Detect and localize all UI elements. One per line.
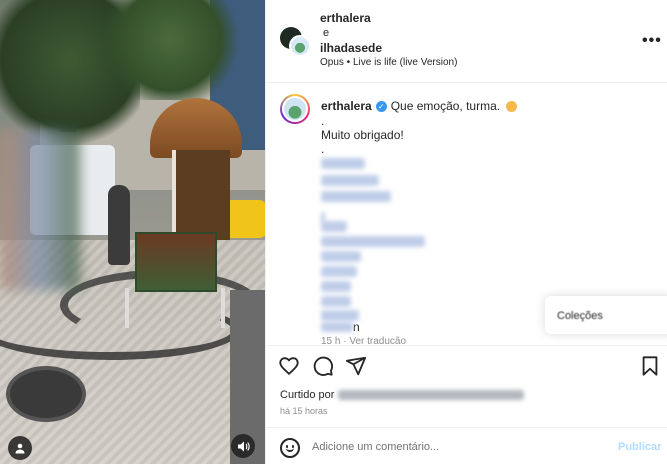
post-header: erthalera e ilhadasede Opus • Live is li… [266, 0, 667, 83]
music-link[interactable]: Opus • Live is life (live Version) [320, 57, 457, 68]
blurred-likers [338, 390, 525, 400]
collab-avatars[interactable] [280, 27, 311, 57]
blurred-hashtag [321, 221, 347, 232]
emoji-icon [506, 100, 518, 112]
user-tag-icon[interactable] [8, 436, 32, 460]
collections-popup[interactable]: Coleções [545, 296, 667, 334]
blurred-mention [321, 191, 391, 202]
username-link[interactable]: erthalera [320, 11, 371, 25]
likes-prefix: Curtido por [280, 389, 335, 401]
post-panel: erthalera e ilhadasede Opus • Live is li… [265, 0, 667, 464]
caption-tag-end: n [353, 320, 360, 334]
blurred-hashtag [321, 281, 351, 292]
post-media[interactable] [0, 0, 265, 464]
caption-dot: . [321, 114, 325, 128]
caption-text: Que emoção, turma. [390, 99, 501, 113]
audio-icon[interactable] [231, 434, 255, 458]
blurred-hashtag [321, 296, 351, 307]
comment-input[interactable] [312, 438, 602, 456]
blurred-mention [321, 158, 365, 169]
blurred-hashtag [321, 266, 357, 277]
caption-dot: . [321, 142, 325, 156]
blurred-people [0, 130, 80, 290]
action-bar [266, 345, 667, 385]
blurred-hashtag [321, 236, 425, 247]
caption-last-hashtag: n [321, 320, 360, 334]
blurred-hashtag [321, 251, 361, 262]
avatar[interactable] [289, 35, 311, 57]
kiosk-body [176, 150, 230, 240]
likes-summary[interactable]: Curtido por [280, 389, 525, 401]
more-icon[interactable]: ••• [642, 32, 662, 50]
tree [100, 0, 240, 100]
collections-label: Coleções [557, 310, 603, 322]
verified-icon: ✓ [375, 100, 387, 112]
publish-button[interactable]: Publicar [618, 441, 661, 453]
kiosk-legs [125, 288, 225, 328]
connector-text: e [323, 27, 330, 39]
comment-icon[interactable] [312, 355, 334, 377]
share-icon[interactable] [345, 355, 367, 377]
heart-icon[interactable] [278, 355, 300, 377]
username-link[interactable]: ilhadasede [320, 41, 382, 55]
person [108, 185, 130, 265]
caption-thanks: Muito obrigado! [321, 128, 404, 142]
kiosk-box [135, 232, 217, 292]
bookmark-icon[interactable] [639, 355, 661, 377]
blurred-mention [321, 175, 379, 186]
caption-username[interactable]: erthalera [321, 99, 372, 113]
post-time[interactable]: há 15 horas [280, 406, 328, 416]
emoji-icon[interactable] [280, 438, 300, 458]
manhole [6, 366, 86, 422]
caption-line: erthalera ✓ Que emoção, turma. [321, 99, 518, 113]
comment-bar: Publicar [266, 427, 667, 464]
avatar[interactable] [280, 94, 310, 124]
caption-time[interactable]: 15 h · Ver tradução [321, 336, 406, 344]
